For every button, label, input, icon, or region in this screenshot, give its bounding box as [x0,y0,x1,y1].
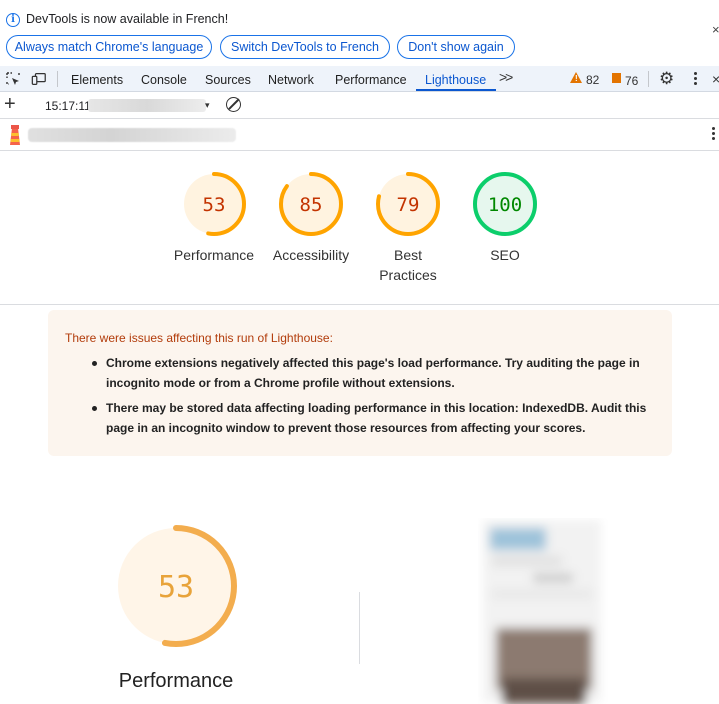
new-report-icon[interactable]: + [4,93,16,116]
gauge-label: Best Practices [379,247,437,283]
inspect-element-icon[interactable] [5,71,21,87]
kebab-menu-icon[interactable] [694,72,698,87]
gauge-ring: 79 [376,172,440,236]
report-timestamp[interactable]: 15:17:11 [45,99,91,113]
gauge-performance[interactable]: 53 Performance [164,171,264,265]
toolbar-divider [648,71,649,87]
score-gauges: 53 Performance 85 Accessibility 79 Best … [0,151,719,305]
lighthouse-logo-icon [10,125,20,145]
gauge-ring: 85 [279,172,343,236]
tab-network[interactable]: Network [268,73,314,87]
dropdown-caret-icon[interactable]: ▾ [205,100,210,111]
report-url-blurred[interactable] [88,99,206,112]
dont-show-again-button[interactable]: Don't show again [397,35,515,59]
warnings-title: There were issues affecting this run of … [65,331,333,345]
gauge-label: Performance [173,247,255,263]
large-gauge-score: 53 [158,570,194,605]
tab-console[interactable]: Console [141,73,187,87]
close-icon[interactable]: × [712,22,719,37]
active-tab-indicator [416,89,496,91]
info-icon: i [6,13,20,27]
page-screenshot-thumbnail[interactable] [478,518,608,704]
large-gauge-label: Performance [118,670,234,692]
devtools-tabbar: Elements Console Sources Network Perform… [0,66,719,92]
issues-count[interactable]: 76 [625,74,638,88]
warning-exclamation: ! [575,74,578,83]
clear-reports-icon[interactable] [226,97,241,112]
warning-count[interactable]: 82 [586,73,599,87]
toolbar-divider [57,71,58,87]
issues-icon[interactable] [612,73,621,83]
section-divider [359,592,360,664]
warning-item: There may be stored data affecting loadi… [92,398,654,438]
kebab-menu-icon[interactable] [712,127,716,142]
gauge-ring: 100 [473,172,537,236]
gear-icon[interactable]: ⚙ [659,69,674,89]
gauge-ring: 53 [182,172,246,236]
gauge-label: Accessibility [272,247,350,263]
device-toolbar-icon[interactable] [31,71,47,87]
gauge-score: 53 [203,194,226,216]
switch-to-french-button[interactable]: Switch DevTools to French [220,35,390,59]
run-warnings-box: There were issues affecting this run of … [48,310,672,456]
warning-item: Chrome extensions negatively affected th… [92,353,654,393]
report-url-blurred [28,128,236,142]
tab-sources[interactable]: Sources [205,73,251,87]
gauge-label: SEO [490,247,520,263]
gauge-score: 85 [300,194,323,216]
gauge-best-practices[interactable]: 79 Best Practices [358,171,458,285]
gauge-score: 100 [488,194,522,216]
language-infobar: i DevTools is now available in French! A… [0,0,719,66]
infobar-message: DevTools is now available in French! [26,12,229,26]
report-url-row [0,119,719,151]
always-match-language-button[interactable]: Always match Chrome's language [6,35,212,59]
tab-performance[interactable]: Performance [335,73,407,87]
more-tabs-icon[interactable]: >> [499,69,513,85]
warnings-list: Chrome extensions negatively affected th… [92,353,654,443]
gauge-accessibility[interactable]: 85 Accessibility [261,171,361,265]
tab-elements[interactable]: Elements [71,73,123,87]
performance-gauge-large[interactable]: 53 [110,520,242,652]
lighthouse-toolbar: + 15:17:11 ▾ [0,92,719,119]
tab-lighthouse[interactable]: Lighthouse [425,73,486,87]
close-devtools-icon[interactable]: × [712,71,719,87]
gauge-seo[interactable]: 100 SEO [455,171,555,265]
gauge-score: 79 [397,194,420,216]
